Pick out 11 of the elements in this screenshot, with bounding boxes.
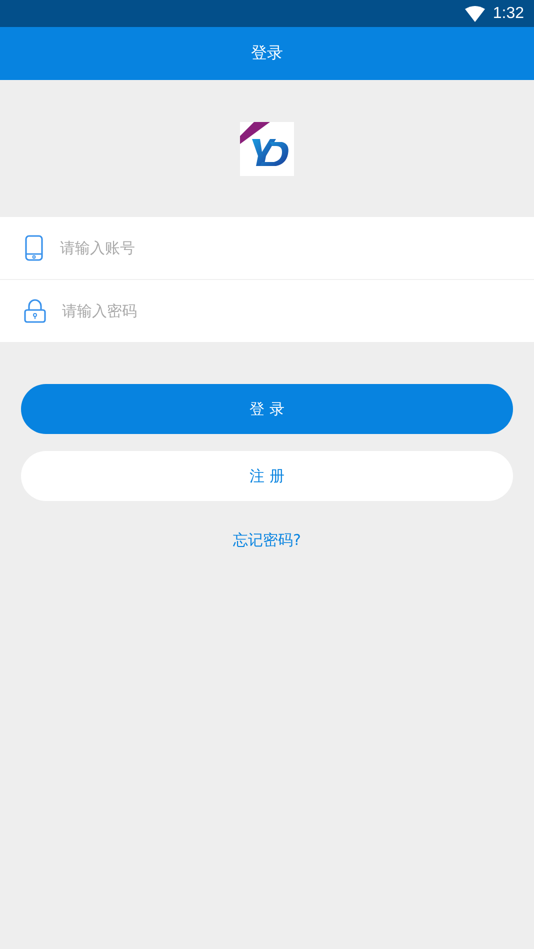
forgot-password-link[interactable]: 忘记密码? [233, 531, 301, 550]
register-button[interactable]: 注 册 [21, 451, 513, 501]
lock-icon [24, 299, 46, 323]
account-field[interactable]: 请输入账号 [58, 238, 534, 258]
app-logo-drawing [240, 122, 294, 176]
phone-icon [24, 235, 44, 261]
wifi-icon [464, 6, 485, 22]
status-time: 1:32 [492, 4, 524, 22]
header-title: 登录 [251, 43, 283, 64]
login-button[interactable]: 登 录 [21, 384, 513, 434]
password-field[interactable]: 请输入密码 [60, 301, 534, 321]
